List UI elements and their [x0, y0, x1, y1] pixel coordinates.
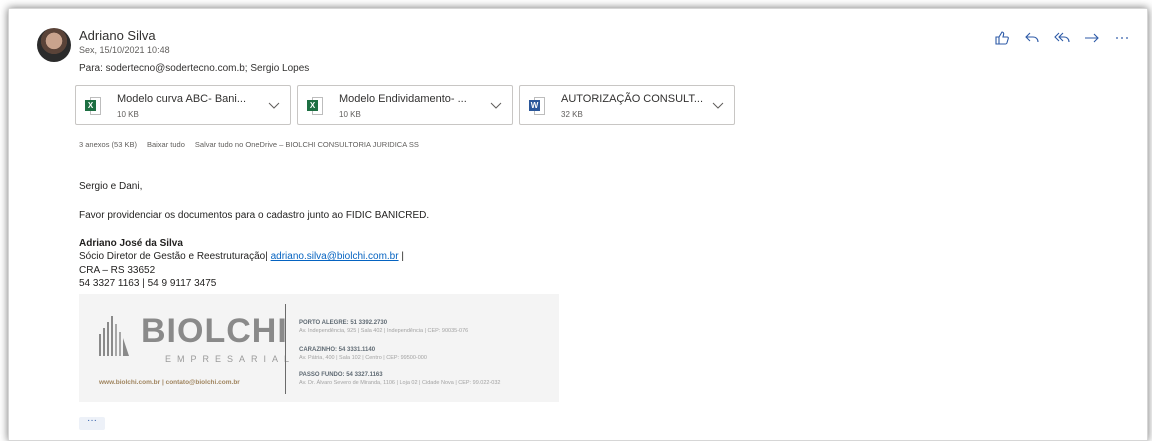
signature-role: Sócio Diretor de Gestão e Reestruturação…: [79, 251, 271, 262]
chevron-down-icon[interactable]: [712, 99, 724, 111]
signature-role-suffix: |: [398, 251, 404, 262]
attachment-card[interactable]: W AUTORIZAÇÃO CONSULT... 32 KB: [519, 85, 735, 125]
office-address: Av. Pátria, 400 | Sala 102 | Centro | CE…: [299, 355, 427, 361]
reply-all-button[interactable]: [1053, 29, 1071, 47]
office-address: Av. Independência, 925 | Sala 402 | Inde…: [299, 328, 469, 334]
attachment-card[interactable]: X Modelo curva ABC- Bani... 10 KB: [75, 85, 291, 125]
logo-wordmark: BIOLCHI: [141, 312, 288, 350]
logo-subtitle: EMPRESARIAL: [165, 354, 296, 364]
sender-name[interactable]: Adriano Silva: [79, 28, 156, 43]
excel-file-icon: X: [85, 97, 101, 115]
signature-role-line: Sócio Diretor de Gestão e Reestruturação…: [79, 251, 404, 262]
message-text: Favor providenciar os documentos para o …: [79, 210, 430, 221]
office-city: PORTO ALEGRE: 51 3392.2730: [299, 320, 388, 326]
office-city: CARAZINHO: 54 3331.1140: [299, 347, 376, 353]
attachment-size: 10 KB: [339, 110, 361, 119]
attachment-name: Modelo Endividamento- ...: [339, 93, 467, 105]
more-actions-button[interactable]: [1113, 29, 1131, 47]
forward-button[interactable]: [1083, 29, 1101, 47]
like-icon: [995, 31, 1009, 45]
like-button[interactable]: [993, 29, 1011, 47]
attachment-size: 32 KB: [561, 110, 583, 119]
reply-button[interactable]: [1023, 29, 1041, 47]
reply-all-icon: [1054, 32, 1070, 43]
office-passo-fundo: PASSO FUNDO: 54 3327.1163 Av. Dr. Álvaro…: [299, 372, 549, 386]
logo-divider: [285, 304, 286, 394]
greeting-text: Sergio e Dani,: [79, 181, 143, 192]
excel-file-icon: X: [307, 97, 323, 115]
word-file-icon: W: [529, 97, 545, 115]
office-carazinho: CARAZINHO: 54 3331.1140 Av. Pátria, 400 …: [299, 347, 549, 361]
attachment-name: Modelo curva ABC- Bani...: [117, 93, 247, 105]
recipients-line: Para: sodertecno@sodertecno.com.b; Sergi…: [79, 63, 310, 74]
logo-web-contact: www.biolchi.com.br | contato@biolchi.com…: [99, 379, 240, 386]
more-actions-icon: [1116, 37, 1128, 39]
office-address: Av. Dr. Álvaro Severo de Miranda, 1106 |…: [299, 380, 501, 386]
biolchi-logo-mark-icon: [99, 316, 129, 356]
signature-cra: CRA – RS 33652: [79, 265, 156, 276]
company-logo-banner: BIOLCHI EMPRESARIAL www.biolchi.com.br |…: [79, 294, 559, 402]
reply-icon: [1025, 32, 1039, 43]
message-actions: [993, 29, 1131, 47]
sender-avatar[interactable]: [37, 28, 71, 62]
sent-date: Sex, 15/10/2021 10:48: [79, 45, 170, 55]
signature-name: Adriano José da Silva: [79, 238, 183, 249]
save-onedrive-link[interactable]: Salvar tudo no OneDrive – BIOLCHI CONSUL…: [195, 140, 419, 149]
download-all-link[interactable]: Baixar tudo: [147, 140, 185, 149]
signature-phones: 54 3327 1163 | 54 9 9117 3475: [79, 278, 217, 289]
attachment-count: 3 anexos (53 KB): [79, 140, 137, 149]
signature-email-link[interactable]: adriano.silva@biolchi.com.br: [271, 251, 399, 262]
show-more-button[interactable]: ···: [79, 416, 105, 430]
office-porto-alegre: PORTO ALEGRE: 51 3392.2730 Av. Independê…: [299, 320, 549, 334]
attachment-list: X Modelo curva ABC- Bani... 10 KB X Mode…: [75, 85, 735, 125]
attachment-summary: 3 anexos (53 KB) Baixar tudo Salvar tudo…: [79, 140, 419, 149]
attachment-card[interactable]: X Modelo Endividamento- ... 10 KB: [297, 85, 513, 125]
office-city: PASSO FUNDO: 54 3327.1163: [299, 372, 383, 378]
email-reading-pane: Adriano Silva Sex, 15/10/2021 10:48 Para…: [8, 8, 1148, 441]
attachment-name: AUTORIZAÇÃO CONSULT...: [561, 93, 704, 105]
chevron-down-icon[interactable]: [490, 99, 502, 111]
attachment-size: 10 KB: [117, 110, 139, 119]
chevron-down-icon[interactable]: [268, 99, 280, 111]
forward-icon: [1085, 33, 1099, 43]
